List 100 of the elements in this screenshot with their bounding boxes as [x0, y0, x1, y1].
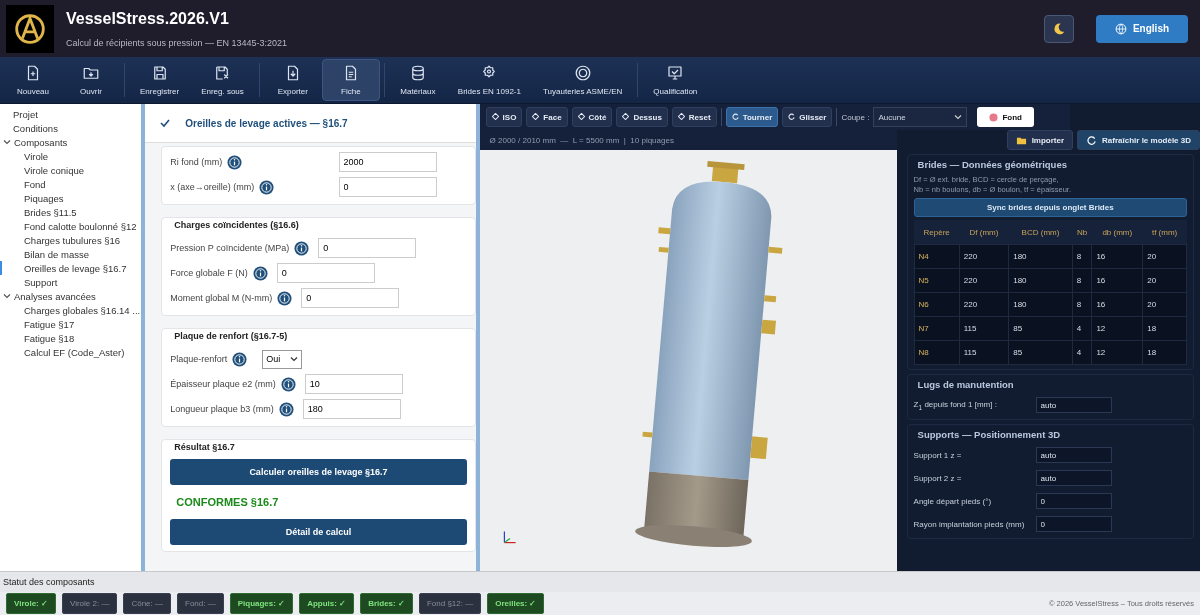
input-field[interactable]: auto: [1035, 397, 1112, 414]
view-icon: [622, 112, 630, 120]
view-button[interactable]: Côté: [571, 107, 613, 127]
input-field[interactable]: 0: [276, 263, 375, 283]
input-field[interactable]: auto: [1035, 470, 1112, 487]
check-icon[interactable]: [159, 117, 172, 129]
tree-item[interactable]: Composants: [0, 135, 142, 149]
info-icon[interactable]: [278, 401, 294, 417]
info-icon[interactable]: [232, 351, 248, 367]
toolbar-button[interactable]: Fiche: [321, 59, 380, 101]
toolbar-button[interactable]: Exporter: [263, 59, 322, 101]
toolbar-button[interactable]: Brides EN 1092-1: [446, 59, 532, 101]
dropdown-field[interactable]: Oui: [262, 349, 303, 369]
refresh-model-button[interactable]: Rafraîchir le modèle 3D: [1077, 130, 1200, 150]
field-label: Support 1 z =: [913, 450, 963, 460]
theme-toggle-button[interactable]: [1044, 14, 1074, 43]
tree-item[interactable]: Virole: [0, 149, 142, 163]
toolbar-button[interactable]: Nouveau: [4, 59, 62, 101]
input-field[interactable]: 0: [338, 177, 437, 197]
toolbar-button[interactable]: Matériaux: [388, 59, 447, 101]
chevron-icon[interactable]: [3, 138, 11, 146]
table-cell: N8: [914, 340, 960, 365]
app-title: VesselStress.2026.V1: [66, 9, 230, 28]
tree-item[interactable]: Projet: [0, 107, 142, 121]
tree-item[interactable]: Conditions: [0, 121, 142, 135]
cut-label: Coupe :: [841, 112, 870, 122]
input-field[interactable]: 0: [1035, 516, 1112, 533]
tree-item[interactable]: Virole conique: [0, 163, 142, 177]
status-chip: Virole: ✓: [6, 593, 56, 614]
toolbar-button[interactable]: Qualification: [642, 59, 709, 101]
column-header: Repère: [914, 220, 960, 245]
palette-icon: [989, 112, 999, 122]
view-button[interactable]: Dessus: [616, 107, 668, 127]
info-icon[interactable]: [227, 154, 243, 170]
toolbar-button[interactable]: Tuyauteries ASME/EN: [532, 59, 634, 101]
view-icon: [577, 112, 585, 120]
input-field[interactable]: 180: [302, 399, 401, 419]
status-chip: Appuis: ✓: [299, 593, 355, 614]
table-cell: 180: [1008, 244, 1073, 269]
compute-button[interactable]: Calculer oreilles de levage §16.7: [170, 459, 467, 485]
ring-icon: [573, 64, 592, 82]
tree-item[interactable]: Charges tubulures §16: [0, 233, 142, 247]
calculation-detail-button[interactable]: Détail de calcul: [170, 519, 467, 545]
input-field[interactable]: 0: [1035, 493, 1112, 510]
field-label: Épaisseur plaque e2 (mm): [170, 379, 276, 389]
tree-item[interactable]: Brides §11.5: [0, 205, 142, 219]
background-button[interactable]: Fond: [977, 107, 1034, 127]
field-label: x (axe→oreille) (mm): [170, 182, 255, 192]
field-label: Z$_{1}$ depuis fond 1 [mm] :: [913, 399, 998, 411]
view-button[interactable]: ISO: [485, 107, 523, 127]
info-icon[interactable]: [252, 265, 268, 281]
column-header: Nb: [1072, 220, 1092, 245]
tree-item[interactable]: Calcul EF (Code_Aster): [0, 345, 142, 359]
tree-item[interactable]: Bilan de masse: [0, 247, 142, 261]
caret-icon: [954, 113, 963, 121]
field-label: Moment global M (N-mm): [170, 293, 273, 303]
view-button[interactable]: Face: [526, 107, 568, 127]
info-icon[interactable]: [259, 179, 275, 195]
tree-item[interactable]: Charges globales §16.14 ...: [0, 303, 142, 317]
toolbar-button[interactable]: Ouvrir: [62, 59, 120, 101]
column-header: tf (mm): [1142, 220, 1187, 245]
info-icon[interactable]: [280, 376, 296, 392]
input-field[interactable]: 0: [301, 288, 400, 308]
language-button[interactable]: English: [1096, 14, 1188, 43]
field-label: Ri fond (mm): [170, 157, 223, 167]
input-field[interactable]: 10: [304, 374, 403, 394]
view-icon: [491, 112, 499, 120]
sync-button[interactable]: Sync brides depuis onglet Brides: [913, 198, 1187, 218]
tree-item[interactable]: Oreilles de levage §16.7: [0, 261, 142, 275]
status-title: Statut des composants: [0, 571, 1200, 592]
status-chip: Cône: —: [123, 593, 171, 614]
mode-button[interactable]: Glisser: [782, 107, 833, 127]
toolbar-button[interactable]: Enreg. sous: [190, 59, 255, 101]
input-field[interactable]: auto: [1035, 447, 1112, 464]
tree-item[interactable]: Analyses avancées: [0, 289, 142, 303]
info-icon[interactable]: [277, 290, 293, 306]
status-chip: Fond: —: [177, 593, 224, 614]
field-label: Pression P coïncidente (MPa): [170, 243, 290, 253]
view-button[interactable]: Reset: [671, 107, 717, 127]
tree-item[interactable]: Piquages: [0, 191, 142, 205]
info-icon[interactable]: [294, 240, 310, 256]
status-chip: Virole 2: —: [62, 593, 118, 614]
table-cell: N4: [914, 244, 960, 269]
view-icon: [532, 112, 540, 120]
import-button[interactable]: Importer: [1006, 130, 1074, 150]
tree-item[interactable]: Fond: [0, 177, 142, 191]
tree-item[interactable]: Fatigue §18: [0, 331, 142, 345]
tree-item[interactable]: Fond calotte boulonné §12: [0, 219, 142, 233]
group-title: Plaque de renfort (§16.7-5): [174, 331, 289, 341]
input-field[interactable]: 2000: [338, 152, 437, 172]
mode-button[interactable]: Tourner: [725, 107, 779, 127]
tree-item[interactable]: Support: [0, 275, 142, 289]
refresh-icon: [1086, 134, 1098, 146]
globe-icon: [1114, 22, 1127, 35]
input-field[interactable]: 0: [318, 238, 417, 258]
tree-item[interactable]: Fatigue §17: [0, 317, 142, 331]
toolbar-button[interactable]: Enregistrer: [129, 59, 191, 101]
chevron-icon[interactable]: [3, 292, 11, 300]
axes-icon: [501, 529, 518, 545]
cut-dropdown[interactable]: Aucune: [873, 107, 968, 127]
